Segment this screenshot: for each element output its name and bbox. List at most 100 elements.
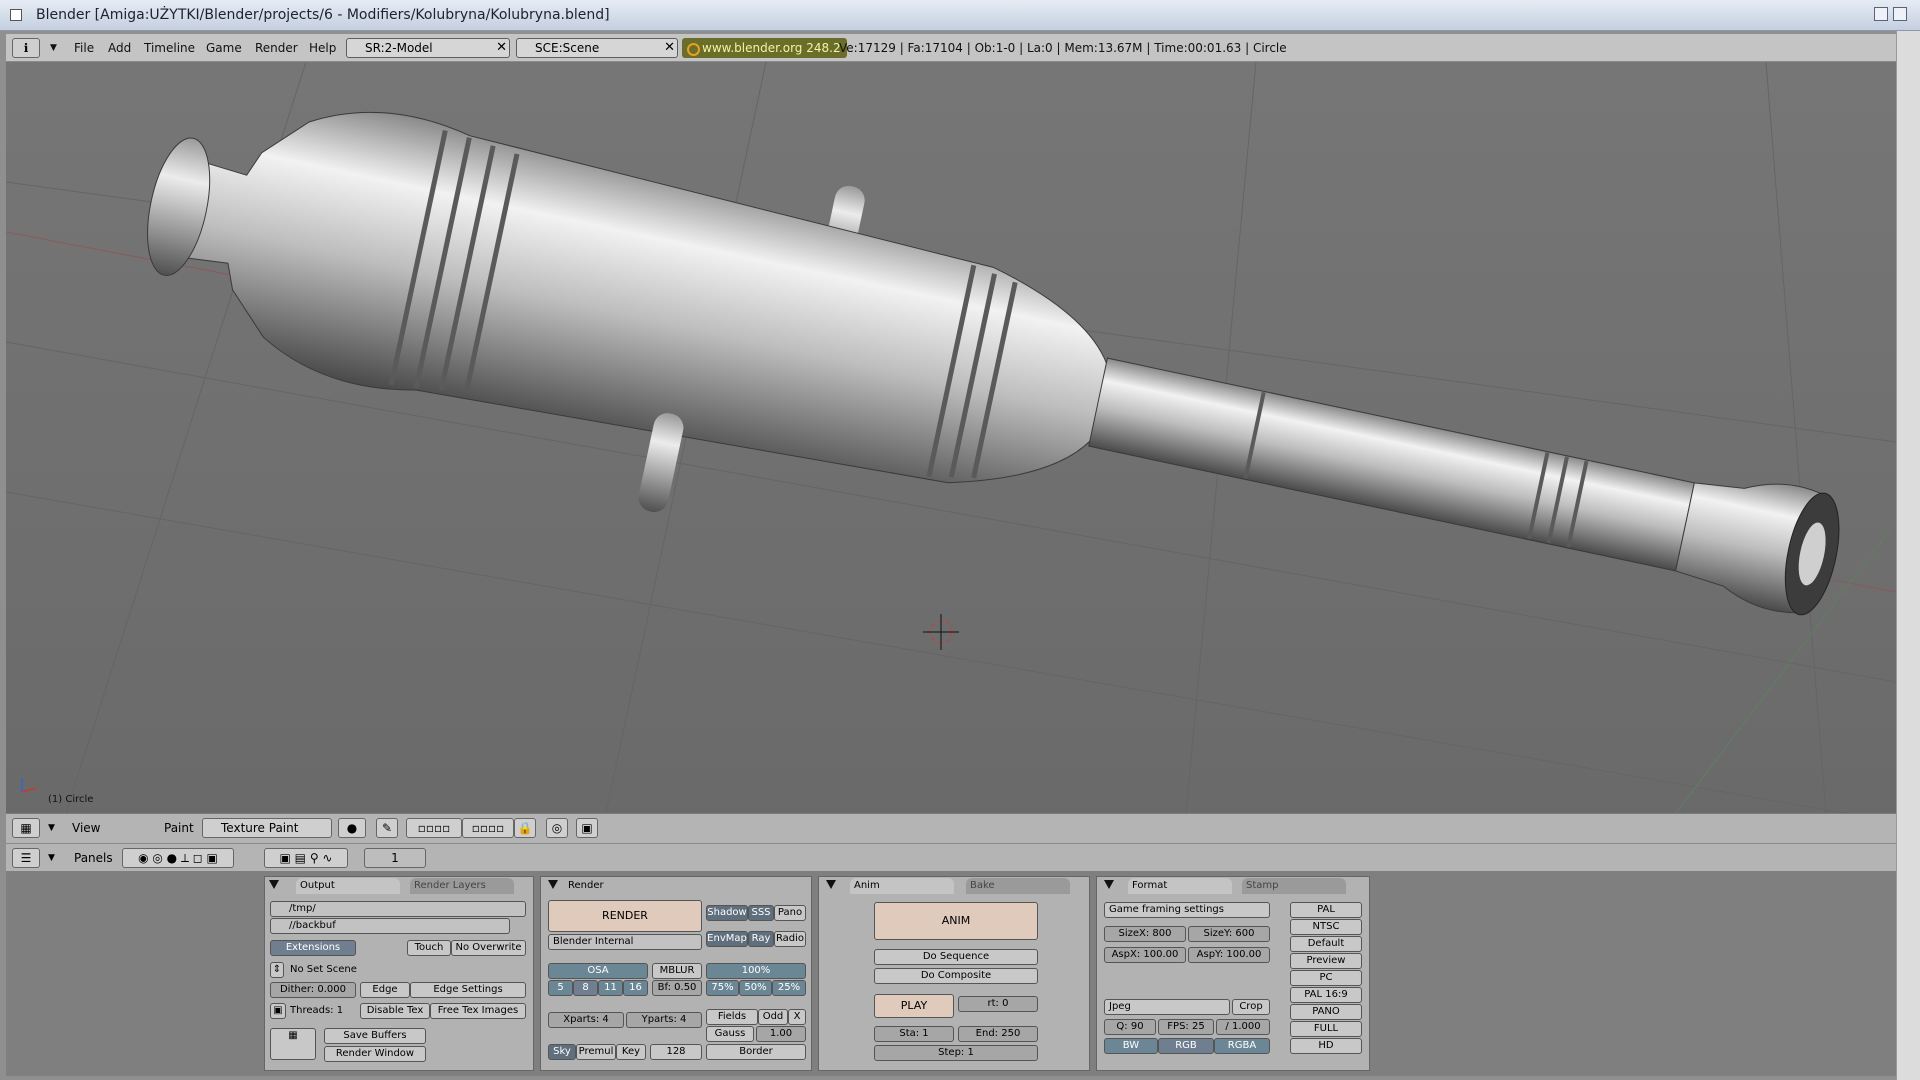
play-button[interactable]: PLAY bbox=[874, 994, 954, 1018]
key-toggle[interactable]: Key bbox=[616, 1044, 646, 1060]
opengl-render-icon[interactable]: ▣ bbox=[576, 818, 598, 838]
menu-help[interactable]: Help bbox=[309, 39, 336, 57]
size-50-toggle[interactable]: 50% bbox=[739, 980, 772, 996]
disable-tex-toggle[interactable]: Disable Tex bbox=[360, 1003, 430, 1019]
border-toggle[interactable]: Border bbox=[706, 1044, 806, 1060]
osa-8-option[interactable]: 8 bbox=[573, 980, 598, 996]
render-button[interactable]: RENDER bbox=[548, 900, 702, 932]
sky-toggle[interactable]: Sky bbox=[548, 1044, 576, 1060]
editor-type-icon[interactable]: ℹ bbox=[12, 38, 40, 58]
blur-factor-field[interactable]: Bf: 0.50 bbox=[652, 980, 702, 996]
radio-toggle[interactable]: Radio bbox=[774, 931, 806, 947]
tab-output[interactable]: Output bbox=[296, 878, 400, 894]
tab-stamp[interactable]: Stamp bbox=[1242, 878, 1346, 894]
do-composite-toggle[interactable]: Do Composite bbox=[874, 968, 1038, 984]
preset-hd-button[interactable]: HD bbox=[1290, 1038, 1362, 1054]
preset-pal169-button[interactable]: PAL 16:9 bbox=[1290, 987, 1362, 1003]
quality-field[interactable]: Q: 90 bbox=[1104, 1019, 1156, 1035]
x-toggle[interactable]: X bbox=[788, 1009, 806, 1025]
backbuf-path-field[interactable]: //backbuf bbox=[270, 918, 510, 934]
render-window-dropdown[interactable]: Render Window bbox=[324, 1046, 426, 1062]
output-collapse-icon[interactable] bbox=[269, 880, 279, 889]
menu-render[interactable]: Render bbox=[255, 39, 298, 57]
save-buffers-toggle[interactable]: Save Buffers bbox=[324, 1028, 426, 1044]
set-scene-dropdown-icon[interactable]: ⇕ bbox=[270, 962, 284, 978]
mode-dropdown[interactable]: Texture Paint bbox=[202, 818, 332, 838]
crop-toggle[interactable]: Crop bbox=[1232, 999, 1270, 1015]
delete-scene-icon[interactable]: ✕ bbox=[664, 39, 675, 57]
step-field[interactable]: Step: 1 bbox=[874, 1045, 1038, 1061]
editor-type-buttons-icon[interactable]: ☰ bbox=[12, 848, 40, 868]
preset-pano-button[interactable]: PANO bbox=[1290, 1004, 1362, 1020]
render-collapse-icon[interactable] bbox=[548, 880, 558, 889]
restore-icon[interactable] bbox=[1893, 7, 1907, 21]
delete-screen-icon[interactable]: ✕ bbox=[496, 39, 507, 57]
scene-selector[interactable]: SCE:Scene ✕ bbox=[516, 38, 678, 58]
preset-default-button[interactable]: Default bbox=[1290, 936, 1362, 952]
dither-field[interactable]: Dither: 0.000 bbox=[270, 982, 356, 998]
end-frame-field[interactable]: End: 250 bbox=[958, 1026, 1038, 1042]
preset-full-button[interactable]: FULL bbox=[1290, 1021, 1362, 1037]
context-buttons-icon[interactable]: ◉ ◎ ● ⟂ ◻ ▣ bbox=[122, 848, 234, 868]
osa-11-option[interactable]: 11 bbox=[598, 980, 623, 996]
app-menu-icon[interactable] bbox=[10, 9, 22, 21]
fps-field[interactable]: FPS: 25 bbox=[1158, 1019, 1214, 1035]
collapse-menu-icon[interactable]: ▼ bbox=[48, 848, 55, 868]
mblur-toggle[interactable]: MBLUR bbox=[652, 963, 702, 979]
osa-16-option[interactable]: 16 bbox=[623, 980, 648, 996]
game-framing-button[interactable]: Game framing settings bbox=[1104, 902, 1270, 918]
screen-selector[interactable]: SR:2-Model ✕ bbox=[346, 38, 510, 58]
do-sequence-toggle[interactable]: Do Sequence bbox=[874, 949, 1038, 965]
filter-size-field[interactable]: 1.00 bbox=[756, 1026, 806, 1042]
website-link[interactable]: www.blender.org 248.2 bbox=[682, 38, 847, 58]
fields-toggle[interactable]: Fields bbox=[706, 1009, 758, 1025]
preset-pal-button[interactable]: PAL bbox=[1290, 902, 1362, 918]
menu-timeline[interactable]: Timeline bbox=[144, 39, 195, 57]
collapse-menu-icon[interactable]: ▼ bbox=[50, 39, 57, 57]
aspx-field[interactable]: AspX: 100.00 bbox=[1104, 947, 1186, 963]
tab-bake[interactable]: Bake bbox=[966, 878, 1070, 894]
layers-row1-icon[interactable]: ▫▫▫▫ bbox=[406, 818, 462, 838]
extensions-toggle[interactable]: Extensions bbox=[270, 940, 356, 956]
menu-file[interactable]: File bbox=[74, 39, 94, 57]
size-100-toggle[interactable]: 100% bbox=[706, 963, 806, 979]
lock-layers-icon[interactable]: 🔒 bbox=[514, 818, 536, 838]
tab-anim[interactable]: Anim bbox=[850, 878, 954, 894]
file-format-dropdown[interactable]: Jpeg bbox=[1104, 999, 1230, 1015]
sizex-field[interactable]: SizeX: 800 bbox=[1104, 926, 1186, 942]
ray-toggle[interactable]: Ray bbox=[748, 931, 774, 947]
start-frame-field[interactable]: Sta: 1 bbox=[874, 1026, 954, 1042]
edge-toggle[interactable]: Edge bbox=[360, 982, 410, 998]
pano-toggle[interactable]: Pano bbox=[774, 905, 806, 921]
shading-dropdown-icon[interactable]: ● bbox=[338, 818, 366, 838]
tab-format[interactable]: Format bbox=[1128, 878, 1232, 894]
aspy-field[interactable]: AspY: 100.00 bbox=[1188, 947, 1270, 963]
fps-base-field[interactable]: / 1.000 bbox=[1216, 1019, 1270, 1035]
render-preview-icon[interactable]: ◎ bbox=[546, 818, 568, 838]
no-overwrite-toggle[interactable]: No Overwrite bbox=[451, 940, 526, 956]
gauss-dropdown[interactable]: Gauss bbox=[706, 1026, 754, 1042]
output-path-field[interactable]: /tmp/ bbox=[270, 901, 526, 917]
editor-type-grid-icon[interactable]: ▦ bbox=[12, 818, 40, 838]
envmap-toggle[interactable]: EnvMap bbox=[706, 931, 748, 947]
preset-ntsc-button[interactable]: NTSC bbox=[1290, 919, 1362, 935]
anim-button[interactable]: ANIM bbox=[874, 902, 1038, 940]
touch-toggle[interactable]: Touch bbox=[407, 940, 451, 956]
collapse-menu-icon[interactable]: ▼ bbox=[48, 818, 55, 838]
render-context-icon[interactable]: ▣ ▤ ⚲ ∿ bbox=[264, 848, 348, 868]
maximize-icon[interactable] bbox=[1874, 7, 1888, 21]
sss-toggle[interactable]: SSS bbox=[748, 905, 774, 921]
depth-dropdown[interactable]: 128 bbox=[650, 1044, 702, 1060]
preset-pc-button[interactable]: PC bbox=[1290, 970, 1362, 986]
menu-view[interactable]: View bbox=[72, 818, 100, 838]
preset-preview-button[interactable]: Preview bbox=[1290, 953, 1362, 969]
edge-settings-button[interactable]: Edge Settings bbox=[410, 982, 526, 998]
osa-toggle[interactable]: OSA bbox=[548, 963, 648, 979]
tab-render-layers[interactable]: Render Layers bbox=[410, 878, 514, 894]
menu-add[interactable]: Add bbox=[108, 39, 131, 57]
menu-game[interactable]: Game bbox=[206, 39, 242, 57]
odd-toggle[interactable]: Odd bbox=[758, 1009, 788, 1025]
size-75-toggle[interactable]: 75% bbox=[706, 980, 739, 996]
format-collapse-icon[interactable] bbox=[1104, 880, 1114, 889]
bw-toggle[interactable]: BW bbox=[1104, 1038, 1158, 1054]
